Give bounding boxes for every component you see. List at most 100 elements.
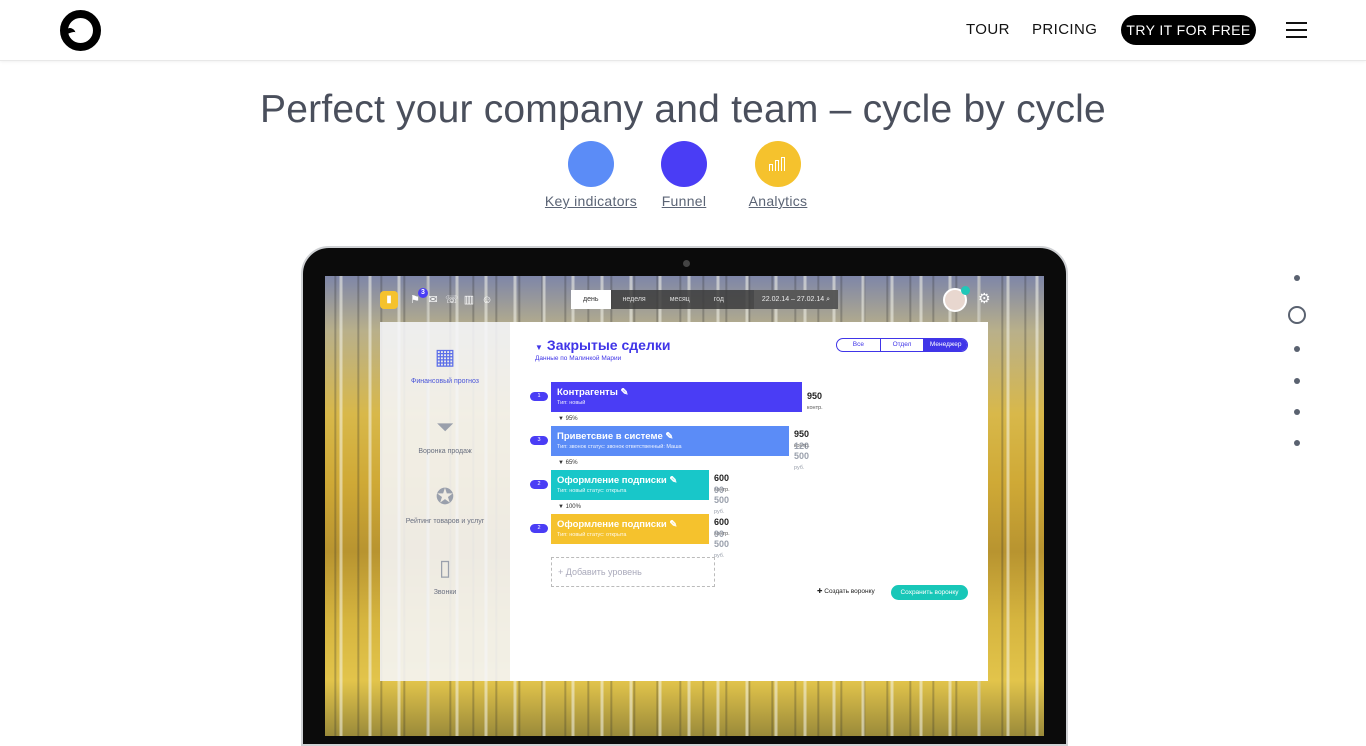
sidebar-item-sales-funnel[interactable]: ⏷ Воронка продаж xyxy=(380,414,510,455)
analytics-dot[interactable] xyxy=(755,141,801,187)
level-bar[interactable]: Оформление подписки ✎ Тип: новый статус: … xyxy=(551,470,709,500)
pager-dot[interactable] xyxy=(1294,409,1300,415)
pager-dot-active[interactable] xyxy=(1288,306,1306,324)
level-bar[interactable]: Приветсвие в системе ✎ Тип: звонок статус… xyxy=(551,426,789,456)
level-bar[interactable]: Оформление подписки ✎ Тип: новый статус: … xyxy=(551,514,709,544)
feature-key-indicators[interactable]: Key indicators xyxy=(541,141,641,209)
level-name-row: Приветсвие в системе ✎ xyxy=(557,431,783,442)
smile-icon[interactable]: ☺ xyxy=(481,294,493,306)
filter-all[interactable]: Все xyxy=(837,339,881,351)
save-funnel-button[interactable]: Сохранить воронку xyxy=(891,585,968,600)
site-header: TOUR PRICING TRY IT FOR FREE xyxy=(0,0,1366,61)
feature-label[interactable]: Funnel xyxy=(634,193,734,209)
panel-title-text: Закрытые сделки xyxy=(546,337,671,353)
arrow-down-icon: ▼ xyxy=(558,504,566,510)
period-tab-month[interactable]: месяц xyxy=(658,290,702,309)
period-tab-day[interactable]: день xyxy=(571,290,611,309)
level-count: 950 xyxy=(794,429,810,439)
sidebar-item-rating[interactable]: ✪ Рейтинг товаров и услуг xyxy=(380,484,510,525)
phone-vibrate-icon: ▯ xyxy=(438,555,452,580)
panel-subtitle: Данные по Малинкой Марии xyxy=(535,355,622,362)
conversion-rate: ▼ 65% xyxy=(558,460,578,466)
level-amount: 120 500 руб. xyxy=(794,441,809,471)
calculator-icon: ▦ xyxy=(434,344,456,369)
conversion-value: 100% xyxy=(565,504,581,510)
level-name-row: Оформление подписки ✎ xyxy=(557,519,703,530)
bar-chart-icon[interactable]: ▥ xyxy=(463,294,475,306)
feature-funnel[interactable]: Funnel xyxy=(634,141,734,209)
conversion-value: 65% xyxy=(565,460,578,466)
arrow-down-icon: ▼ xyxy=(558,460,566,466)
level-sub: Тип: новый статус: открыта xyxy=(557,532,627,538)
status-badge xyxy=(961,286,970,295)
level-amount-value: 90 500 xyxy=(714,485,730,505)
funnel-dot[interactable] xyxy=(661,141,707,187)
pager-dot[interactable] xyxy=(1294,378,1300,384)
edit-icon[interactable]: ✎ xyxy=(667,519,677,530)
bar-chart-icon xyxy=(769,157,787,171)
sidebar-item-calls[interactable]: ▯ Звонки xyxy=(380,555,510,596)
flag-icon[interactable]: ⚑ 3 xyxy=(409,288,428,306)
caret-down-icon[interactable]: ▼ xyxy=(535,343,543,352)
key-indicators-dot[interactable] xyxy=(568,141,614,187)
conversion-value: 95% xyxy=(565,416,578,422)
level-bar[interactable]: Контрагенты ✎ Тип: новый xyxy=(551,382,802,412)
level-pill[interactable]: 2 xyxy=(530,480,548,489)
feature-label[interactable]: Key indicators xyxy=(541,193,641,209)
panel-title[interactable]: ▼ Закрытые сделки xyxy=(535,337,670,353)
menu-icon[interactable] xyxy=(1286,22,1307,39)
level-amount: 90 500 руб. xyxy=(714,529,729,559)
sidebar-item-label: Рейтинг товаров и услуг xyxy=(405,518,485,525)
app-toolbar-icons: ⚑ 3 ✉ ☏ ▥ ☺ xyxy=(409,288,493,309)
conversion-rate: ▼ 100% xyxy=(558,504,581,510)
create-funnel-label: Создать воронку xyxy=(824,588,875,595)
level-pill[interactable]: 3 xyxy=(530,436,548,445)
filter-manager[interactable]: Менеджер xyxy=(924,339,967,351)
filter-department[interactable]: Отдел xyxy=(881,339,925,351)
level-amount-value: 90 500 xyxy=(714,529,730,549)
nav-pricing-link[interactable]: PRICING xyxy=(1032,21,1097,38)
phone-icon[interactable]: ☏ xyxy=(445,294,459,306)
level-sub: Тип: новый статус: открыта xyxy=(557,488,627,494)
page-title: Perfect your company and team – cycle by… xyxy=(260,88,1106,131)
app-logo-icon[interactable]: ▮ xyxy=(380,291,398,309)
period-tab-year[interactable]: год xyxy=(702,290,736,309)
conversion-rate: ▼ 95% xyxy=(558,416,578,422)
feature-label[interactable]: Analytics xyxy=(728,193,828,209)
add-level-button[interactable]: + Добавить уровень xyxy=(551,557,715,587)
period-tab-week[interactable]: неделя xyxy=(611,290,658,309)
level-name-row: Контрагенты ✎ xyxy=(557,387,796,398)
pager-dot[interactable] xyxy=(1294,440,1300,446)
funnel-icon: ⏷ xyxy=(436,414,454,439)
feature-analytics[interactable]: Analytics xyxy=(728,141,828,209)
pager-dot[interactable] xyxy=(1294,275,1300,281)
sidebar-item-label: Воронка продаж xyxy=(418,448,472,455)
nav-tour-link[interactable]: TOUR xyxy=(966,21,1010,38)
search-icon[interactable]: ⌕ xyxy=(826,296,830,303)
edit-icon[interactable]: ✎ xyxy=(663,431,673,442)
funnel-panel: ▼ Закрытые сделки Данные по Малинкой Мари… xyxy=(510,322,988,681)
create-funnel-button[interactable]: ✚ Создать воронку xyxy=(817,587,875,595)
arrow-down-icon: ▼ xyxy=(558,416,566,422)
logo[interactable] xyxy=(60,10,101,51)
level-pill[interactable]: 1 xyxy=(530,392,548,401)
try-free-button[interactable]: TRY IT FOR FREE xyxy=(1121,15,1256,45)
level-name-row: Оформление подписки ✎ xyxy=(557,475,703,486)
mail-icon[interactable]: ✉ xyxy=(427,294,439,306)
gear-icon[interactable]: ⚙ xyxy=(978,291,991,305)
edit-icon[interactable]: ✎ xyxy=(667,475,677,486)
level-name: Контрагенты xyxy=(557,387,618,398)
edit-icon[interactable]: ✎ xyxy=(618,387,628,398)
sidebar-item-label: Звонки xyxy=(433,589,457,596)
sidebar-item-label: Финансовый прогноз xyxy=(411,378,479,385)
level-count: 950 xyxy=(807,391,823,401)
pager-dot[interactable] xyxy=(1294,346,1300,352)
level-amount-unit: руб. xyxy=(714,553,725,559)
date-range-text: 22.02.14 – 27.02.14 xyxy=(761,296,825,303)
level-count: 600 xyxy=(714,517,730,527)
level-pill[interactable]: 2 xyxy=(530,524,548,533)
period-selector: день неделя месяц год 22.02.14 – 27.02.1… xyxy=(571,290,838,309)
date-range[interactable]: 22.02.14 – 27.02.14 ⌕ xyxy=(753,290,838,309)
sidebar-item-financial-forecast[interactable]: ▦ Финансовый прогноз xyxy=(380,344,510,385)
level-amount-value: 120 500 xyxy=(794,441,810,461)
